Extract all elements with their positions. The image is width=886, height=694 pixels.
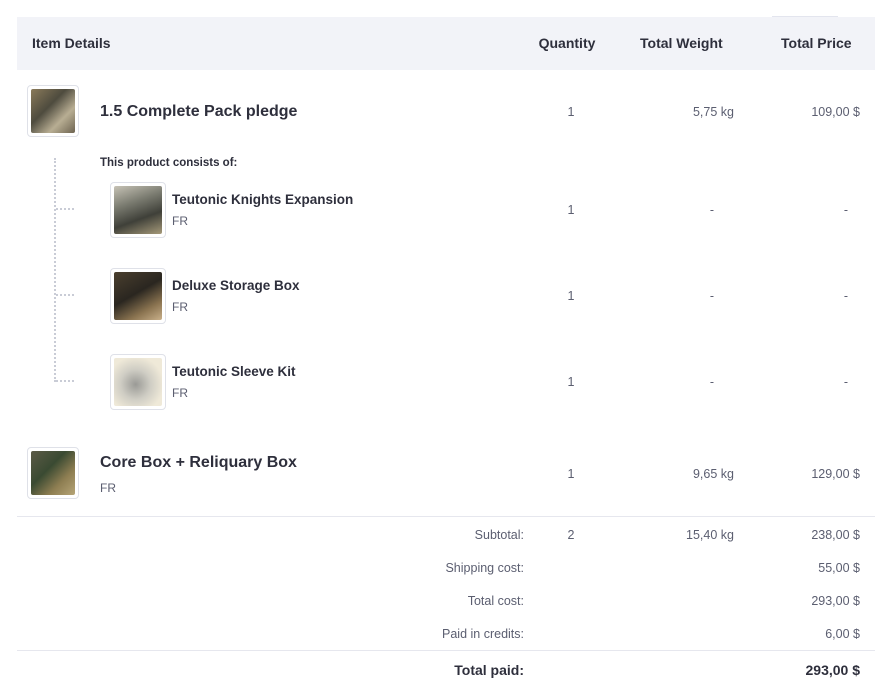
total-cost-value: 293,00 $ [811,594,860,608]
subtotal-quantity: 2 [567,528,575,542]
header-item-details: Item Details [32,35,111,51]
tree-branch [56,380,74,382]
product-language: FR [100,481,116,495]
sub-item-price: - [843,203,848,217]
shipping-cost-value: 55,00 $ [818,561,860,575]
total-cost-label: Total cost: [467,594,524,608]
total-paid-label: Total paid: [454,662,524,678]
consists-of-label: This product consists of: [100,157,238,169]
tree-branch [56,208,74,210]
sub-item-name[interactable]: Deluxe Storage Box [172,278,300,293]
product-price: 109,00 $ [811,105,860,119]
product-image [31,89,75,133]
product-quantity: 1 [567,105,575,119]
product-thumbnail[interactable] [27,85,79,137]
sub-item-thumbnail[interactable] [110,354,166,410]
sub-item-image [114,186,162,234]
product-price: 129,00 $ [811,467,860,481]
product-name[interactable]: Core Box + Reliquary Box [100,454,297,472]
paid-in-credits-value: 6,00 $ [825,627,860,641]
sub-item-price: - [843,375,848,389]
subtotal-label: Subtotal: [474,528,524,542]
product-thumbnail[interactable] [27,447,79,499]
sub-item-image [114,272,162,320]
sub-item-price: - [843,289,848,303]
product-quantity: 1 [567,467,575,481]
header-total-weight: Total Weight [640,35,723,51]
header-quantity: Quantity [538,35,596,51]
sub-item-language: FR [172,214,188,228]
tree-connector [54,158,56,382]
sub-item-name[interactable]: Teutonic Knights Expansion [172,192,353,207]
total-paid-value: 293,00 $ [805,662,861,678]
paid-in-credits-label: Paid in credits: [442,627,524,641]
sub-item-image [114,358,162,406]
sub-item-thumbnail[interactable] [110,182,166,238]
sub-item-weight: - [709,289,714,303]
sub-item-language: FR [172,386,188,400]
product-name[interactable]: 1.5 Complete Pack pledge [100,103,297,121]
sub-item-weight: - [709,375,714,389]
sub-item-weight: - [709,203,714,217]
sub-item-thumbnail[interactable] [110,268,166,324]
product-image [31,451,75,495]
sub-item-language: FR [172,300,188,314]
header-total-price: Total Price [781,35,852,51]
product-weight: 5,75 kg [692,105,734,119]
table-header [17,17,875,70]
divider [17,650,875,651]
tree-branch [56,294,74,296]
sub-item-name[interactable]: Teutonic Sleeve Kit [172,364,296,379]
product-weight: 9,65 kg [692,467,734,481]
subtotal-weight: 15,40 kg [686,528,734,542]
divider [17,516,875,517]
shipping-cost-label: Shipping cost: [445,561,524,575]
subtotal-price: 238,00 $ [811,528,860,542]
